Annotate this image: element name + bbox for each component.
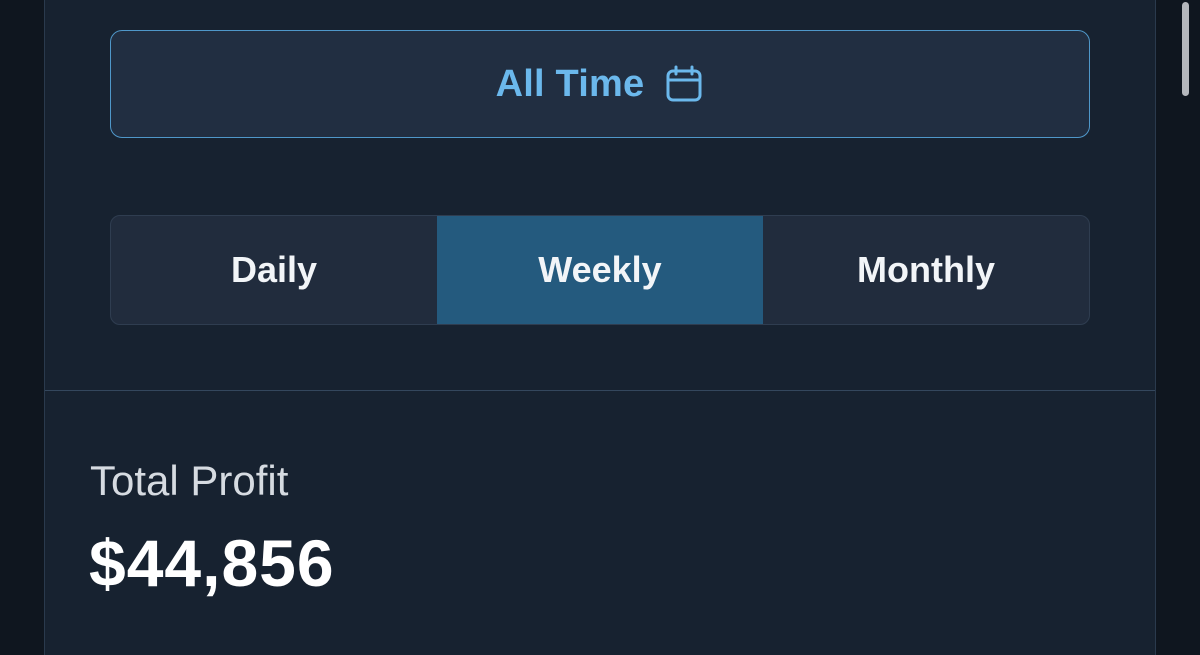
date-range-label: All Time	[495, 62, 645, 105]
total-profit-label: Total Profit	[90, 457, 289, 504]
profit-summary: Total Profit $44,856	[45, 391, 1155, 655]
period-segmented-control: Daily Weekly Monthly	[110, 215, 1090, 325]
tab-daily-label: Daily	[230, 249, 318, 290]
scrollbar-thumb[interactable]	[1182, 2, 1189, 96]
tab-weekly-label: Weekly	[538, 249, 662, 290]
tab-monthly[interactable]: Monthly	[763, 216, 1089, 324]
tab-weekly[interactable]: Weekly	[437, 216, 763, 324]
main-panel: All Time Daily Weekly Monthly Total Prof…	[44, 0, 1156, 655]
tab-monthly-label: Monthly	[857, 249, 995, 290]
vertical-scrollbar[interactable]	[1182, 0, 1190, 655]
total-profit-value: $44,856	[89, 526, 335, 600]
tab-daily[interactable]: Daily	[111, 216, 437, 324]
date-range-button[interactable]: All Time	[110, 30, 1090, 138]
calendar-icon	[664, 64, 704, 104]
app-screen: All Time Daily Weekly Monthly Total Prof…	[0, 0, 1200, 655]
